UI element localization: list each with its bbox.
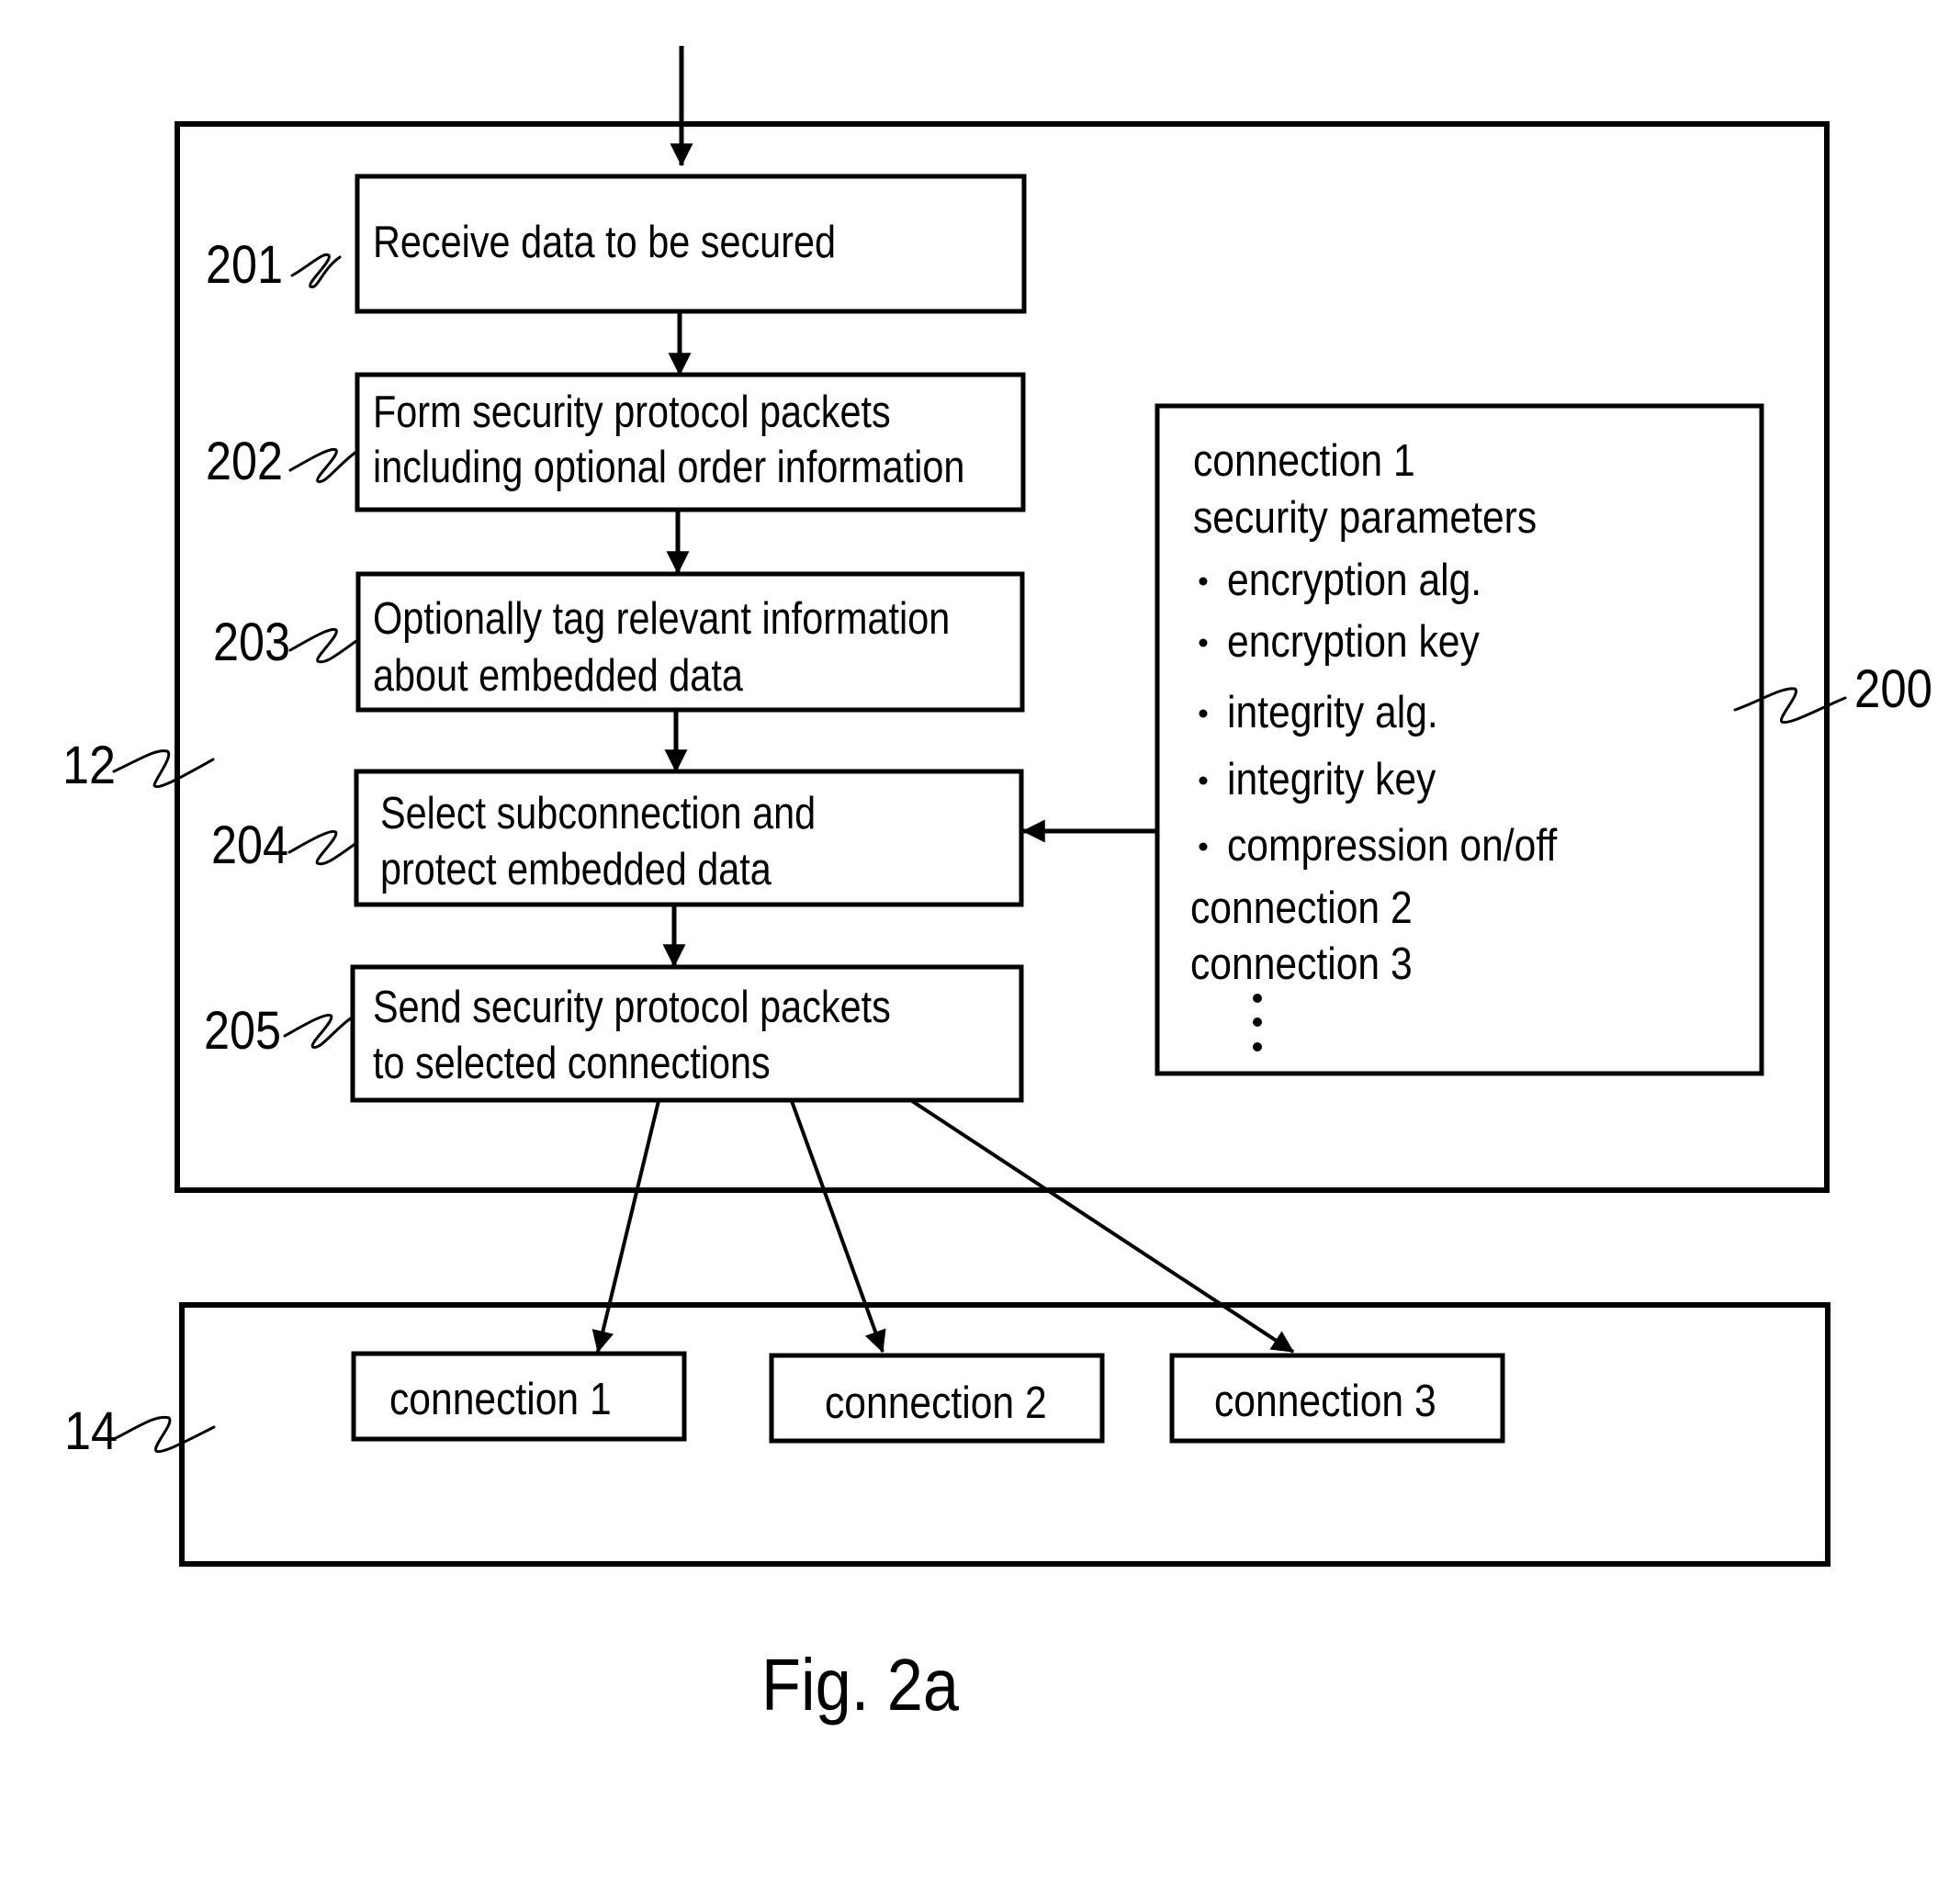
- process-step-201: Receive data to be secured 201: [206, 174, 1027, 314]
- bullet-dot-icon: [1199, 776, 1208, 785]
- connection-2: connection 2: [769, 1353, 1105, 1444]
- step-text-line: Send security protocol packets: [373, 982, 891, 1032]
- param-bullet-item: integrity alg.: [1199, 686, 1438, 737]
- diagram-canvas: Receive data to be secured 201 Form securi…: [62, 46, 1932, 1726]
- figure-caption: Fig. 2a: [761, 1644, 959, 1726]
- connection-3: connection 3: [1169, 1353, 1505, 1444]
- connection-label: connection 2: [825, 1377, 1047, 1427]
- step-ref-label: 201: [206, 235, 283, 295]
- leader-squiggle-205: [283, 1013, 354, 1049]
- param-bullet-text: compression on/off: [1227, 819, 1557, 870]
- process-step-205: Send security protocol packets to selecte…: [204, 964, 1024, 1103]
- ref-label-12-text: 12: [62, 736, 116, 795]
- param-other-connection: connection 3: [1190, 938, 1413, 988]
- leader-squiggle-201: [290, 253, 342, 288]
- process-step-204: Select subconnection and protect embedded…: [211, 769, 1024, 907]
- process-step-202: Form security protocol packetsincluding …: [206, 372, 1026, 512]
- step-text-line: about embedded data: [373, 650, 744, 701]
- ref-label-12: 12: [62, 736, 215, 795]
- leader-squiggle-203: [288, 627, 358, 664]
- ellipsis-dot: [1253, 1018, 1262, 1027]
- step-text-line: to selected connections: [373, 1038, 771, 1088]
- param-bullet-item: integrity key: [1199, 753, 1436, 804]
- arrow-to-connection-1: [591, 1100, 660, 1354]
- param-bullet-text: encryption key: [1227, 615, 1480, 666]
- ref-label-200-text: 200: [1854, 659, 1932, 719]
- step-text-line: including optional order information: [373, 442, 964, 492]
- step-text-line: protect embedded data: [380, 844, 772, 894]
- connection-boxes: connection 1 connection 2 connection 3: [351, 1351, 1505, 1444]
- connection-label: connection 1: [389, 1373, 612, 1423]
- leader-squiggle-204: [287, 829, 358, 866]
- step-text-line: Form security protocol packets: [373, 387, 891, 437]
- ellipsis-dot: [1253, 994, 1262, 1003]
- arrow-to-connection-2: [790, 1100, 886, 1354]
- param-bullet-item: encryption alg.: [1199, 554, 1481, 605]
- step-text-line: Receive data to be secured: [373, 217, 836, 267]
- leader-squiggle-12: [112, 749, 215, 788]
- ref-label-200: 200: [1733, 659, 1932, 725]
- step-ref-label: 204: [211, 815, 288, 875]
- param-bullet-text: integrity alg.: [1227, 686, 1438, 736]
- step-ref-label: 203: [213, 613, 290, 672]
- step-text-line: Optionally tag relevant information: [373, 593, 950, 644]
- bullet-dot-icon: [1199, 709, 1208, 718]
- bullet-dot-icon: [1199, 577, 1208, 586]
- step-text-line: Select subconnection and: [380, 788, 816, 838]
- leader-squiggle-202: [288, 447, 358, 483]
- step-ref-label: 205: [204, 1001, 281, 1061]
- ellipsis-dot: [1253, 1042, 1262, 1051]
- leader-squiggle-14: [114, 1415, 216, 1454]
- connection-arrows: [591, 1099, 1295, 1354]
- param-other-connection: connection 2: [1190, 882, 1413, 932]
- param-bullet-item: encryption key: [1199, 615, 1480, 667]
- ref-label-14-text: 14: [64, 1401, 118, 1461]
- bullet-dot-icon: [1199, 842, 1208, 851]
- arrow-to-connection-3: [910, 1099, 1295, 1354]
- param-bullet-text: integrity key: [1227, 753, 1436, 804]
- param-bullet-item: compression on/off: [1199, 819, 1557, 871]
- param-header-line: connection 1: [1193, 434, 1415, 485]
- connection-1: connection 1: [351, 1351, 687, 1442]
- param-bullet-text: encryption alg.: [1227, 554, 1481, 604]
- process-step-203: Optionally tag relevant information about…: [213, 571, 1025, 713]
- process-steps: Receive data to be secured 201 Form securi…: [204, 174, 1027, 1103]
- ref-label-14: 14: [64, 1401, 216, 1461]
- step-ref-label: 202: [206, 432, 283, 491]
- bullet-dot-icon: [1199, 638, 1208, 647]
- param-header-line: security parameters: [1193, 491, 1537, 542]
- connection-label: connection 3: [1214, 1375, 1436, 1425]
